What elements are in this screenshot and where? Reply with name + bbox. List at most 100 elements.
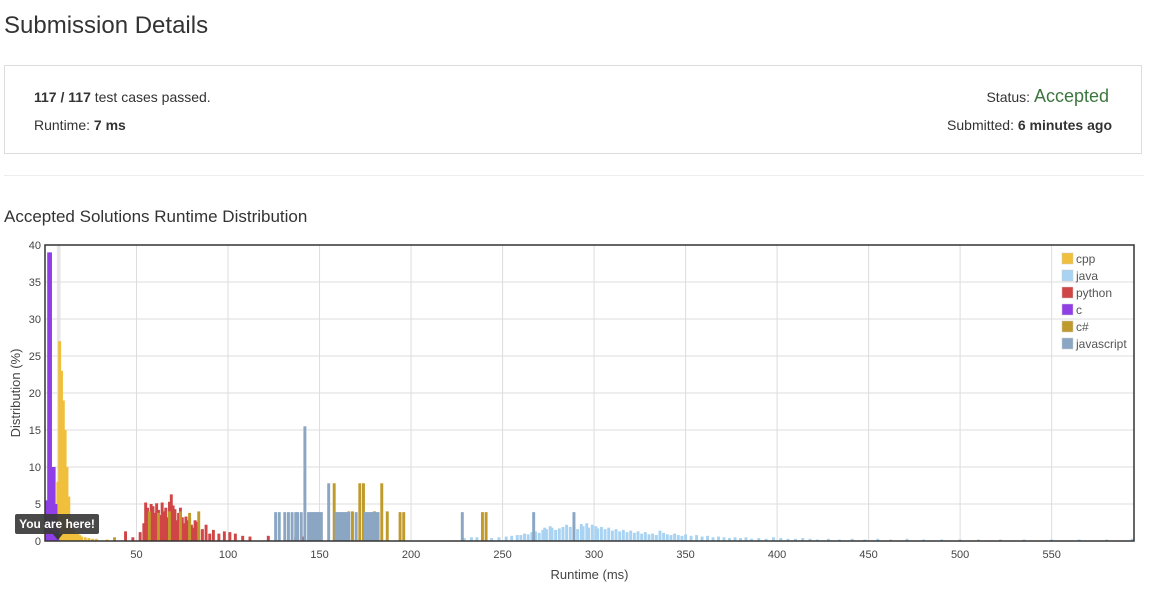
section-title: Accepted Solutions Runtime Distribution [4,207,308,226]
bar-java [603,529,607,541]
bar-c# [188,512,192,541]
bar-java [684,534,688,541]
legend-swatch-python [1061,286,1074,299]
status-summary: Status: Accepted [986,86,1109,107]
passed-count: 117 [34,89,57,105]
bar-java [643,532,647,541]
bar-java [510,535,514,541]
bar-javascript [354,512,358,541]
bar-c# [480,512,484,541]
bar-java [515,535,519,541]
bar-java [545,529,548,541]
count-separator: / [56,89,69,105]
bar-java [680,535,684,541]
bar-python [208,533,212,541]
legend-swatch-javascript [1061,337,1074,350]
bar-c# [380,483,384,541]
bar-java [550,527,554,541]
y-tick-label: 0 [35,536,41,548]
x-tick-label: 100 [219,549,237,561]
y-tick-label: 40 [29,240,41,252]
bar-javascript [347,512,351,541]
status-label: Status: [986,89,1034,105]
bar-javascript [283,512,287,541]
bar-c# [147,511,151,541]
bar-java [676,535,680,541]
y-tick-label: 20 [29,388,41,400]
bar-javascript [274,512,278,541]
bar-python [211,529,215,541]
bar-javascript [290,512,294,541]
bar-java [647,534,651,541]
bar-c# [398,512,402,541]
bar-java [658,530,662,541]
bar-java [610,530,614,541]
bar-c# [402,512,406,541]
submitted-value: 6 minutes ago [1017,117,1112,133]
bar-c# [385,511,389,541]
x-tick-label: 300 [585,549,603,561]
legend-label-c#: c# [1076,320,1089,334]
bar-javascript [460,512,464,541]
x-tick-label: 50 [130,549,142,561]
y-tick-label: 10 [29,462,41,474]
x-tick-label: 400 [768,549,786,561]
bar-java [554,529,558,541]
y-tick-label: 35 [29,277,41,289]
bar-java [632,532,636,541]
bar-java [537,532,541,541]
bar-python [138,532,142,541]
bar-java [651,533,655,541]
legend-swatch-c [1061,303,1074,316]
bar-javascript [286,512,290,541]
bar-javascript [277,512,281,541]
bar-python [233,533,237,541]
bar-c# [157,512,160,541]
bar-python [222,531,226,541]
bar-java [706,535,710,541]
page-title: Submission Details [4,12,209,39]
bar-python [204,524,208,541]
legend-label-python: python [1076,286,1112,300]
bar-java [662,532,666,541]
x-axis-title: Runtime (ms) [550,567,628,582]
total-count: 117 [68,89,91,105]
submitted-label: Submitted: [947,117,1018,133]
bar-java [526,534,530,541]
bar-c# [358,483,362,541]
legend-swatch-c# [1061,320,1074,333]
bar-java [557,528,561,541]
bar-javascript [327,483,331,541]
bar-java [596,528,600,541]
x-tick-label: 250 [493,549,511,561]
runtime-label: Runtime: [34,117,94,133]
y-tick-label: 5 [35,499,41,511]
legend-label-javascript: javascript [1075,337,1127,351]
x-tick-label: 550 [1042,549,1060,561]
bar-javascript [532,512,536,541]
runtime-distribution-chart: 0 5 10 15 20 25 30 35 40 50 100 150 200 250 300 350 400 4… [8,240,1135,582]
section-divider [4,175,1144,176]
bar-java [689,535,693,541]
bar-java [599,526,603,541]
bar-c# [351,511,354,541]
x-tick-label: 350 [676,549,694,561]
bar-java [568,526,572,541]
bar-java [565,524,569,541]
bar-java [519,535,523,541]
bar-python [228,532,232,541]
bar-javascript [376,512,380,541]
bar-javascript [572,512,576,541]
legend-swatch-cpp [1061,252,1074,265]
runtime-value: 7 ms [93,117,126,133]
bar-java [523,533,526,541]
legend-label-java: java [1075,269,1098,283]
status-value[interactable]: Accepted [1034,86,1109,106]
bar-java [695,535,699,541]
bar-java [654,535,658,541]
submission-summary-panel: 117 / 117 test cases passed. Runtime: 7 … [4,65,1142,154]
bar-python [124,531,127,541]
runtime-summary: Runtime: 7 ms [34,117,126,133]
test-cases-summary: 117 / 117 test cases passed. [34,89,211,105]
legend-label-cpp: cpp [1076,252,1096,266]
